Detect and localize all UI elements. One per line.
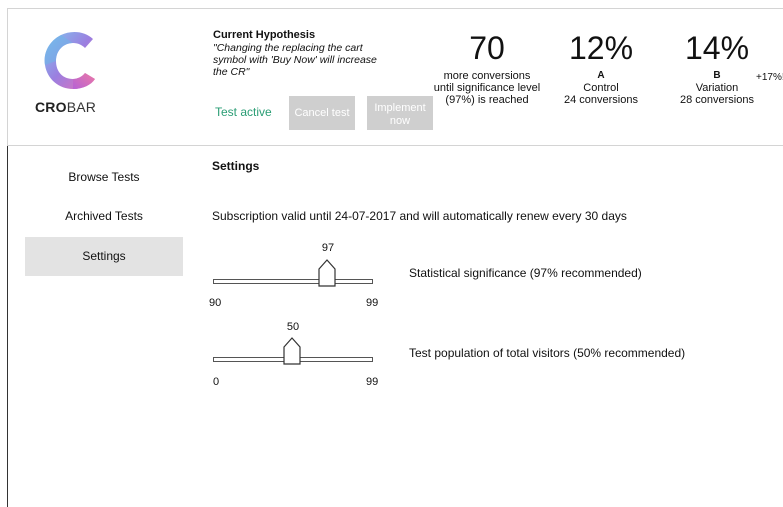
- variation-stat: 14% B Variation 28 conversions: [672, 30, 762, 106]
- implement-now-button[interactable]: Implement now: [367, 96, 433, 130]
- variation-lift: +17%!: [756, 72, 783, 83]
- cancel-test-button[interactable]: Cancel test: [289, 96, 355, 130]
- significance-label: Statistical significance (97% recommende…: [409, 266, 642, 280]
- hypothesis-panel: Current Hypothesis "Changing the replaci…: [213, 29, 378, 78]
- significance-slider-thumb[interactable]: [318, 259, 336, 287]
- conversions-needed-stat: 70 more conversions until significance l…: [432, 30, 542, 106]
- page-title: Settings: [212, 159, 260, 173]
- population-min-label: 0: [213, 376, 220, 388]
- content-divider: [7, 146, 8, 507]
- variation-rate: 14%: [684, 30, 750, 66]
- sidebar-item-archived-tests[interactable]: Archived Tests: [25, 197, 183, 236]
- significance-max-label: 99: [366, 297, 379, 309]
- population-slider-thumb[interactable]: [283, 337, 301, 365]
- brand-name: CROBAR: [35, 99, 97, 115]
- significance-value: 97: [321, 242, 335, 254]
- population-value: 50: [286, 321, 300, 333]
- variation-letter: B: [713, 70, 721, 81]
- test-status: Test active: [215, 105, 272, 119]
- crobar-logo-mark: [44, 31, 95, 89]
- population-slider[interactable]: [213, 333, 373, 365]
- crobar-logo[interactable]: CROBAR: [35, 29, 115, 115]
- subscription-text: Subscription valid until 24-07-2017 and …: [212, 209, 627, 223]
- variation-label: Variation: [695, 82, 739, 94]
- sidebar-item-settings[interactable]: Settings: [25, 237, 183, 276]
- significance-min-label: 90: [209, 297, 222, 309]
- variation-conversions: 28 conversions: [680, 94, 754, 106]
- significance-slider-track[interactable]: [213, 279, 373, 284]
- control-stat: 12% A Control 24 conversions: [556, 30, 646, 106]
- conversions-needed-value: 70: [469, 30, 505, 66]
- sidebar-item-browse-tests[interactable]: Browse Tests: [25, 158, 183, 197]
- control-letter: A: [597, 70, 605, 81]
- population-label: Test population of total visitors (50% r…: [409, 346, 686, 360]
- header-bar: CROBAR Current Hypothesis "Changing the …: [7, 8, 783, 146]
- hypothesis-text: "Changing the replacing the cart symbol …: [213, 42, 377, 78]
- population-max-label: 99: [366, 376, 379, 388]
- conversions-needed-label: more conversions until significance leve…: [433, 70, 541, 106]
- hypothesis-title: Current Hypothesis: [213, 29, 316, 41]
- control-conversions: 24 conversions: [564, 94, 638, 106]
- control-label: Control: [583, 82, 619, 94]
- significance-slider[interactable]: [213, 255, 373, 287]
- control-rate: 12%: [568, 30, 634, 66]
